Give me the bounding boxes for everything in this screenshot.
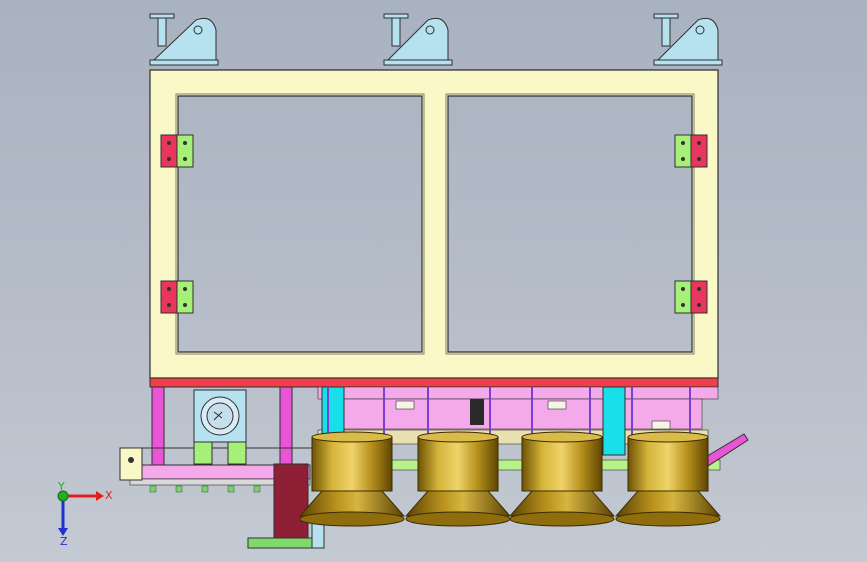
hinge-top-left[interactable] [160, 134, 194, 168]
cad-viewport[interactable]: X Y Z [0, 0, 867, 562]
y-axis-label: Y [57, 480, 65, 493]
cup-1[interactable] [298, 431, 406, 527]
motor-unit[interactable] [193, 389, 247, 465]
cup-4[interactable] [614, 431, 722, 527]
cup-2[interactable] [404, 431, 512, 527]
z-axis-label: Z [60, 535, 68, 548]
assembly-drawing: X Y Z [57, 13, 749, 549]
mount-center[interactable] [383, 13, 453, 66]
main-frame[interactable] [149, 69, 719, 379]
mount-left[interactable] [149, 13, 219, 66]
hinge-bottom-left[interactable] [160, 280, 194, 314]
cup-3[interactable] [508, 431, 616, 527]
hinge-bottom-right[interactable] [674, 280, 708, 314]
x-axis-label: X [105, 489, 113, 502]
coordinate-triad: X Y Z [57, 480, 113, 548]
mount-right[interactable] [653, 13, 723, 66]
hinge-top-right[interactable] [674, 134, 708, 168]
